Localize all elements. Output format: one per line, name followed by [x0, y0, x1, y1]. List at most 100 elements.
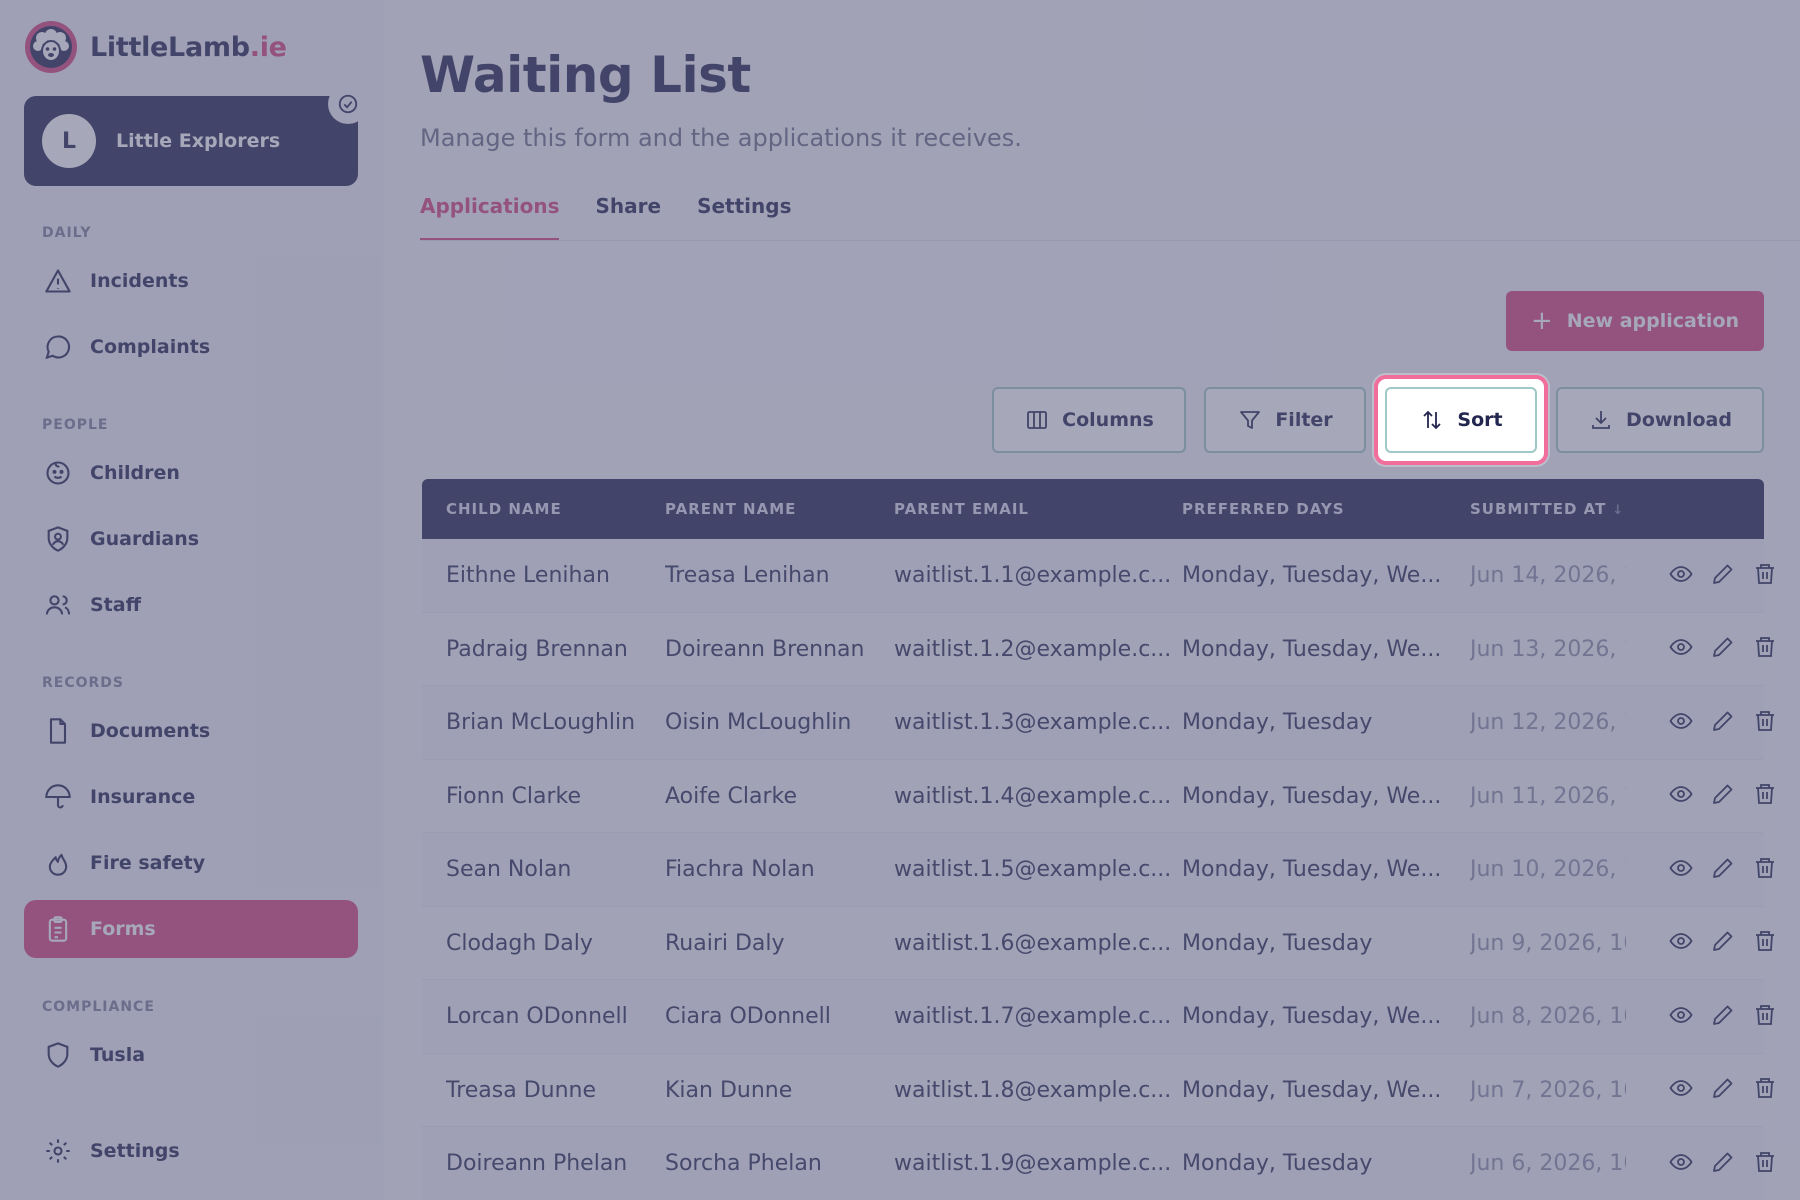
pencil-icon [1711, 1003, 1735, 1031]
view-button[interactable] [1666, 855, 1696, 885]
table-cell: waitlist.1.5@example.c... [894, 857, 1172, 882]
sidebar-item-settings[interactable]: Settings [24, 1122, 358, 1180]
sidebar-item-children[interactable]: Children [24, 444, 358, 502]
tab-share[interactable]: Share [595, 194, 661, 241]
main-content: Waiting List Manage this form and the ap… [384, 0, 1800, 1200]
edit-button[interactable] [1708, 1002, 1738, 1032]
trash-icon [1753, 1076, 1777, 1104]
sidebar-item-fire-safety[interactable]: Fire safety [24, 834, 358, 892]
table-row[interactable]: Fionn Clarke Aoife Clarke waitlist.1.4@exa… [422, 759, 1774, 833]
table-cell: Jun 13, 2026, 1 [1470, 636, 1626, 662]
view-button[interactable] [1666, 561, 1696, 591]
delete-button[interactable] [1750, 781, 1780, 811]
sidebar-item-incidents[interactable]: Incidents [24, 252, 358, 310]
tab-divider [420, 240, 1800, 241]
sidebar-item-tusla[interactable]: Tusla [24, 1026, 358, 1084]
filter-label: Filter [1275, 409, 1333, 431]
umbrella-icon [42, 781, 74, 813]
view-button[interactable] [1666, 1002, 1696, 1032]
sidebar-item-staff[interactable]: Staff [24, 576, 358, 634]
column-header-parent-email[interactable]: PARENT EMAIL [894, 479, 1029, 539]
edit-button[interactable] [1708, 928, 1738, 958]
tab-settings[interactable]: Settings [697, 194, 791, 241]
delete-button[interactable] [1750, 1075, 1780, 1105]
table-cell: Monday, Tuesday, We... [1182, 563, 1442, 588]
delete-button[interactable] [1750, 634, 1780, 664]
filter-button[interactable]: Filter [1204, 387, 1366, 453]
column-header-parent-name[interactable]: PARENT NAME [665, 479, 796, 539]
view-button[interactable] [1666, 1149, 1696, 1179]
trash-icon [1753, 929, 1777, 957]
brand-name-main: LittleLamb [90, 31, 250, 63]
sidebar-item-insurance[interactable]: Insurance [24, 768, 358, 826]
sidebar-item-label: Guardians [90, 528, 200, 550]
sidebar-item-documents[interactable]: Documents [24, 702, 358, 760]
pencil-icon [1711, 635, 1735, 663]
sidebar-item-forms[interactable]: Forms [24, 900, 358, 958]
table-row[interactable]: Eithne Lenihan Treasa Lenihan waitlist.1.1… [422, 539, 1774, 613]
edit-button[interactable] [1708, 781, 1738, 811]
table-cell: waitlist.1.4@example.c... [894, 783, 1172, 809]
trash-icon [1753, 1003, 1777, 1031]
table-cell: Doireann Brennan [665, 636, 865, 662]
table-row[interactable]: Brian McLoughlin Oisin McLoughlin waitlist… [422, 686, 1774, 760]
edit-button[interactable] [1708, 1149, 1738, 1179]
sort-label: Sort [1457, 409, 1503, 431]
view-button[interactable] [1666, 928, 1696, 958]
edit-button[interactable] [1708, 1075, 1738, 1105]
table-row[interactable]: Sean Nolan Fiachra Nolan waitlist.1.5@exam… [422, 833, 1774, 907]
table-cell: Monday, Tuesday, We... [1182, 636, 1442, 662]
shield-icon [42, 1039, 74, 1071]
tab-applications[interactable]: Applications [420, 194, 560, 241]
eye-icon [1669, 1150, 1693, 1178]
edit-button[interactable] [1708, 855, 1738, 885]
submitted-at-label: SUBMITTED AT [1470, 500, 1607, 518]
edit-button[interactable] [1708, 561, 1738, 591]
view-button[interactable] [1666, 781, 1696, 811]
table-cell: Oisin McLoughlin [665, 710, 852, 735]
page-title: Waiting List [420, 46, 751, 104]
eye-icon [1669, 562, 1693, 590]
trash-icon [1753, 856, 1777, 884]
view-button[interactable] [1666, 634, 1696, 664]
edit-button[interactable] [1708, 634, 1738, 664]
table-row[interactable]: Treasa Dunne Kian Dunne waitlist.1.8@examp… [422, 1053, 1774, 1127]
delete-button[interactable] [1750, 1149, 1780, 1179]
table-row[interactable]: Clodagh Daly Ruairi Daly waitlist.1.6@exam… [422, 906, 1774, 980]
warning-triangle-icon [42, 265, 74, 297]
table-cell: Doireann Phelan [446, 1151, 628, 1176]
row-actions [1666, 833, 1792, 906]
column-header-child-name[interactable]: CHILD NAME [446, 479, 562, 539]
delete-button[interactable] [1750, 708, 1780, 738]
sort-button[interactable]: Sort [1385, 387, 1537, 453]
delete-button[interactable] [1750, 855, 1780, 885]
table-cell: Jun 9, 2026, 10 [1470, 930, 1626, 956]
pencil-icon [1711, 782, 1735, 810]
table-row[interactable]: Padraig Brennan Doireann Brennan waitlist.… [422, 612, 1774, 686]
columns-label: Columns [1062, 409, 1154, 431]
baby-face-icon [42, 457, 74, 489]
row-actions [1666, 613, 1792, 686]
new-application-button[interactable]: + New application [1506, 291, 1764, 351]
view-button[interactable] [1666, 708, 1696, 738]
workspace-switcher[interactable]: L Little Explorers [24, 84, 368, 186]
delete-button[interactable] [1750, 928, 1780, 958]
column-header-submitted-at[interactable]: SUBMITTED AT ↓ [1470, 479, 1624, 539]
download-button[interactable]: Download [1556, 387, 1764, 453]
row-actions [1666, 760, 1792, 833]
columns-button[interactable]: Columns [992, 387, 1186, 453]
delete-button[interactable] [1750, 561, 1780, 591]
sidebar-item-complaints[interactable]: Complaints [24, 318, 358, 376]
table-row[interactable]: Doireann Phelan Sorcha Phelan waitlist.1.9… [422, 1127, 1774, 1200]
edit-button[interactable] [1708, 708, 1738, 738]
table-cell: Ruairi Daly [665, 930, 785, 956]
sidebar-item-guardians[interactable]: Guardians [24, 510, 358, 568]
column-header-preferred-days[interactable]: PREFERRED DAYS [1182, 479, 1345, 539]
view-button[interactable] [1666, 1075, 1696, 1105]
table-cell: Jun 8, 2026, 10 [1470, 1004, 1626, 1029]
table-cell: Monday, Tuesday, We... [1182, 1077, 1442, 1103]
brand-name-suffix: .ie [249, 31, 287, 63]
table-row[interactable]: Lorcan ODonnell Ciara ODonnell waitlist.1.… [422, 980, 1774, 1054]
delete-button[interactable] [1750, 1002, 1780, 1032]
brand[interactable]: LittleLamb.ie [24, 20, 287, 74]
